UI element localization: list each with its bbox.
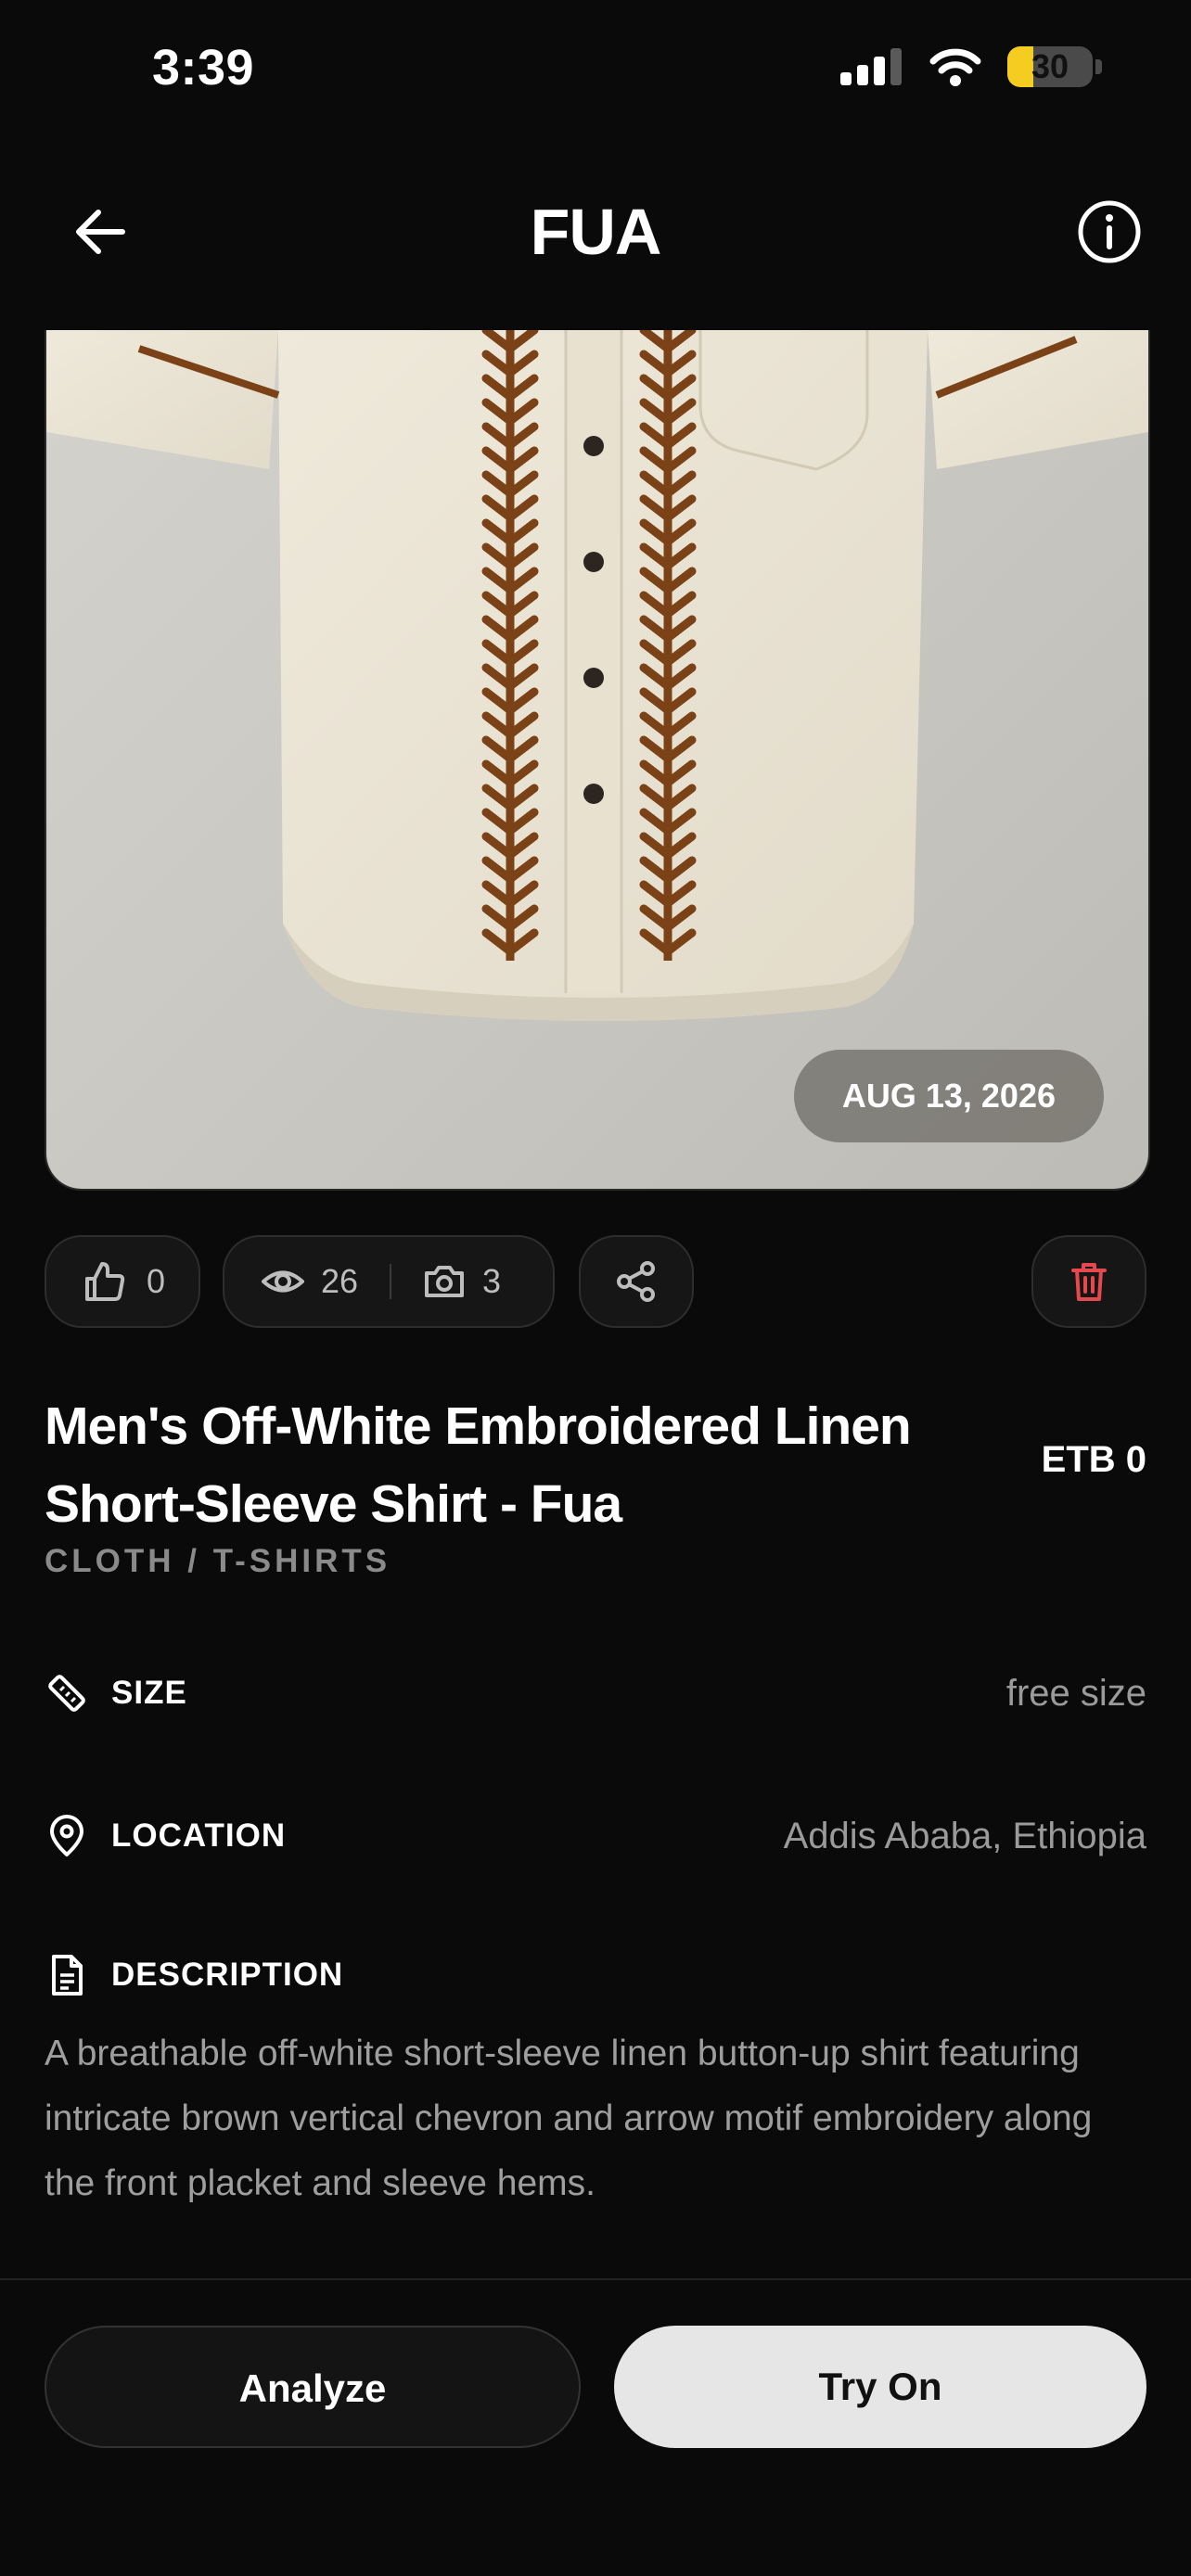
info-button[interactable] xyxy=(1072,195,1146,269)
description-label: DESCRIPTION xyxy=(111,1957,344,1993)
product-category: CLOTH / T-SHIRTS xyxy=(45,1543,391,1579)
product-price: ETB 0 xyxy=(1041,1439,1146,1480)
location-value: Addis Ababa, Ethiopia xyxy=(783,1815,1146,1856)
view-count: 26 xyxy=(321,1262,359,1300)
cellular-signal-icon xyxy=(840,48,902,85)
share-icon xyxy=(617,1261,655,1302)
bottom-divider xyxy=(0,2278,1191,2280)
size-label: SIZE xyxy=(111,1675,187,1711)
photo-count: 3 xyxy=(482,1262,502,1300)
battery-tip xyxy=(1095,59,1102,74)
info-icon xyxy=(1078,200,1141,263)
battery-icon: 30 xyxy=(1007,46,1093,87)
page-title: FUA xyxy=(530,196,662,268)
analyze-button[interactable]: Analyze xyxy=(45,2326,581,2448)
eye-icon xyxy=(262,1270,304,1293)
location-label: LOCATION xyxy=(111,1817,287,1854)
size-row: SIZE free size xyxy=(45,1665,1146,1721)
product-description: A breathable off-white short-sleeve line… xyxy=(45,2034,1093,2203)
delete-button[interactable] xyxy=(1031,1235,1146,1328)
like-button[interactable]: 0 xyxy=(45,1235,200,1328)
date-badge: AUG 13, 2026 xyxy=(793,1050,1104,1142)
ruler-icon xyxy=(45,1671,89,1715)
camera-icon xyxy=(425,1266,465,1297)
divider xyxy=(390,1264,392,1299)
product-title: Men's Off-White Embroidered Linen Short-… xyxy=(45,1396,912,1534)
description-row: DESCRIPTION xyxy=(45,1947,1146,2003)
like-count: 0 xyxy=(147,1262,166,1300)
location-row: LOCATION Addis Ababa, Ethiopia xyxy=(45,1808,1146,1864)
thumbs-up-icon xyxy=(85,1262,125,1301)
document-icon xyxy=(45,1953,89,1997)
battery-level: 30 xyxy=(1031,47,1069,85)
size-value: free size xyxy=(1005,1672,1146,1714)
try-on-button[interactable]: Try On xyxy=(614,2326,1146,2448)
status-time: 3:39 xyxy=(152,40,255,96)
nav-header: FUA xyxy=(0,167,1191,297)
status-icons: 30 xyxy=(839,46,1102,87)
action-row: 0 26 3 xyxy=(45,1235,1146,1328)
product-image[interactable]: AUG 13, 2026 xyxy=(45,330,1150,1191)
trash-icon xyxy=(1071,1263,1107,1301)
wifi-icon xyxy=(929,48,981,86)
stats-pill: 26 3 xyxy=(223,1235,555,1328)
share-button[interactable] xyxy=(579,1235,694,1328)
location-pin-icon xyxy=(45,1814,89,1858)
